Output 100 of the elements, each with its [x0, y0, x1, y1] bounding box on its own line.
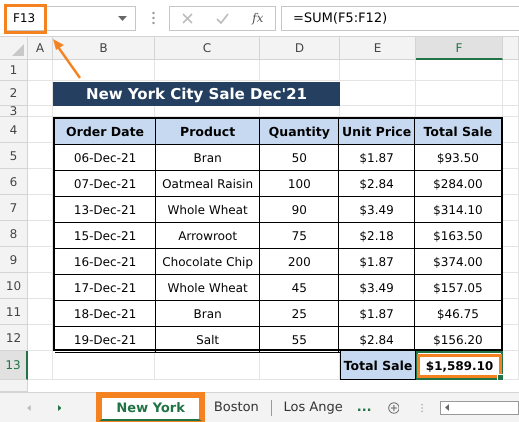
row-header[interactable]: 2: [0, 81, 28, 106]
table-cell: 16-Dec-21: [55, 249, 156, 275]
empty-cell[interactable]: [28, 117, 53, 143]
empty-cell[interactable]: [503, 273, 519, 299]
column-header[interactable]: F: [416, 37, 503, 60]
row-header[interactable]: 10: [0, 273, 28, 299]
column-header[interactable]: E: [340, 37, 416, 60]
empty-cell[interactable]: [503, 117, 519, 143]
empty-cell[interactable]: [340, 106, 416, 117]
more-tabs[interactable]: ...: [356, 400, 372, 415]
add-sheet-icon[interactable]: [388, 400, 400, 416]
empty-cell[interactable]: [503, 195, 519, 221]
column-header[interactable]: D: [260, 37, 340, 60]
table-cell: $46.75: [414, 301, 501, 327]
empty-cell[interactable]: [260, 60, 340, 81]
sheet-title: New York City Sale Dec'21: [53, 82, 340, 106]
more-icon[interactable]: [152, 11, 155, 25]
table-cell: 06-Dec-21: [55, 145, 156, 171]
row-header[interactable]: 1: [0, 60, 28, 81]
select-all-icon[interactable]: [12, 44, 24, 56]
row-header[interactable]: 6: [0, 169, 28, 195]
table-cell: Bran: [156, 301, 260, 327]
sheet-tab[interactable]: Boston: [202, 394, 271, 420]
table-cell: 25: [260, 301, 340, 327]
check-icon[interactable]: [216, 12, 229, 24]
table-cell: $163.50: [414, 223, 501, 249]
table-cell: 15-Dec-21: [55, 223, 156, 249]
row-header[interactable]: 12: [0, 325, 28, 351]
empty-cell[interactable]: [28, 169, 53, 195]
table-header: Order Date: [55, 119, 156, 145]
row-header[interactable]: 4: [0, 117, 28, 143]
table-cell: Chocolate Chip: [156, 249, 260, 275]
table-cell: $1.87: [339, 145, 415, 171]
total-label: Total Sale: [340, 351, 416, 380]
table-cell: 45: [260, 275, 340, 301]
empty-cell[interactable]: [503, 81, 519, 106]
empty-cell[interactable]: [503, 299, 519, 325]
row-header[interactable]: 7: [0, 195, 28, 221]
column-header[interactable]: C: [155, 37, 260, 60]
empty-cell[interactable]: [416, 60, 503, 81]
empty-cell[interactable]: [155, 351, 260, 380]
fill-handle[interactable]: [497, 374, 504, 381]
table-cell: Bran: [156, 145, 260, 171]
table-cell: 13-Dec-21: [55, 197, 156, 223]
row-header[interactable]: 8: [0, 221, 28, 247]
table-cell: $284.00: [414, 171, 501, 197]
empty-cell[interactable]: [503, 325, 519, 351]
row-header[interactable]: 11: [0, 299, 28, 325]
empty-cell[interactable]: [340, 60, 416, 81]
horizontal-scrollbar[interactable]: [440, 400, 519, 414]
table-header: Quantity: [260, 119, 340, 145]
empty-cell[interactable]: [416, 81, 503, 106]
cancel-icon[interactable]: [182, 12, 193, 24]
sheet-tab[interactable]: Los Ange: [272, 394, 355, 420]
empty-cell[interactable]: [503, 221, 519, 247]
empty-cell[interactable]: [28, 195, 53, 221]
insert-function-button[interactable]: fx: [252, 11, 264, 25]
more-icon[interactable]: [421, 402, 424, 414]
table-cell: 100: [260, 171, 340, 197]
empty-cell[interactable]: [28, 299, 53, 325]
table-cell: 17-Dec-21: [55, 275, 156, 301]
row-header[interactable]: 9: [0, 247, 28, 273]
table-header: Unit Price: [339, 119, 415, 145]
table-cell: Salt: [156, 327, 260, 353]
empty-cell[interactable]: [53, 60, 155, 81]
table-cell: $93.50: [414, 145, 501, 171]
row-header[interactable]: 5: [0, 143, 28, 169]
table-cell: $2.84: [339, 171, 415, 197]
table-cell: 19-Dec-21: [55, 327, 156, 353]
scroll-left-icon[interactable]: [444, 404, 449, 411]
formula-bar[interactable]: =SUM(F5:F12): [281, 6, 519, 30]
empty-cell[interactable]: [28, 143, 53, 169]
sheet-tab[interactable]: New York: [99, 394, 202, 420]
table-cell: 18-Dec-21: [55, 301, 156, 327]
table-cell: $2.18: [339, 223, 415, 249]
empty-cell[interactable]: [28, 351, 53, 380]
table-cell: $3.49: [339, 275, 415, 301]
table-cell: $3.49: [339, 197, 415, 223]
empty-cell[interactable]: [28, 325, 53, 351]
empty-cell[interactable]: [53, 351, 155, 380]
column-header[interactable]: B: [53, 37, 155, 60]
table-cell: 200: [260, 249, 340, 275]
empty-cell[interactable]: [503, 169, 519, 195]
empty-cell[interactable]: [28, 247, 53, 273]
table-header: Total Sale: [414, 119, 501, 145]
empty-cell[interactable]: [503, 106, 519, 117]
empty-cell[interactable]: [155, 60, 260, 81]
scroll-right-icon[interactable]: [58, 404, 62, 412]
table-cell: Whole Wheat: [156, 197, 260, 223]
empty-cell[interactable]: [416, 106, 503, 117]
row-header[interactable]: 13: [0, 351, 28, 380]
empty-cell[interactable]: [503, 247, 519, 273]
table-cell: $314.10: [414, 197, 501, 223]
row-header[interactable]: 3: [0, 106, 28, 117]
empty-cell[interactable]: [28, 221, 53, 247]
empty-cell[interactable]: [503, 143, 519, 169]
cell-reference: F13: [13, 11, 36, 25]
empty-cell[interactable]: [28, 273, 53, 299]
table-cell: 90: [260, 197, 340, 223]
column-header[interactable]: A: [28, 37, 53, 60]
